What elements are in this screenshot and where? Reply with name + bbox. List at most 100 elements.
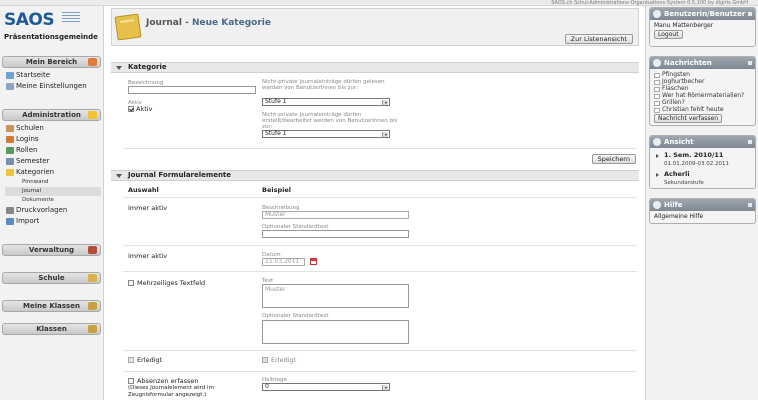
erledigt-example-checkbox xyxy=(262,357,268,363)
news-item[interactable]: Christian fehlt heute xyxy=(650,106,755,113)
location-selector[interactable]: Acherli Sekundarstufe xyxy=(650,170,755,187)
sidebar-item-rollen[interactable]: Rollen xyxy=(5,145,101,156)
compose-message-button[interactable]: Nachricht verfassen xyxy=(654,114,723,123)
aktiv-checkbox-label: Aktiv xyxy=(136,105,153,113)
section-header-schule[interactable]: Schule xyxy=(2,272,101,284)
back-to-list-button[interactable]: Zur Listenansicht xyxy=(564,34,633,44)
minimize-icon[interactable] xyxy=(748,140,752,144)
minimize-icon[interactable] xyxy=(748,61,752,65)
page-header: Journal - Neue Kategorie Zur Listenansic… xyxy=(111,8,639,46)
news-item[interactable]: Grillen? xyxy=(650,99,755,106)
sidebar-item-meine-einstellungen[interactable]: Meine Einstellungen xyxy=(5,81,101,92)
school-building-icon xyxy=(88,274,97,282)
sidebar-subitem-journal[interactable]: Journal xyxy=(5,187,101,196)
read-permission-label: Nicht-private Journaleinträge dürfen gel… xyxy=(262,79,385,91)
saos-logo[interactable]: SAOS xyxy=(4,10,55,30)
panel-user: Benutzerin/Benutzer Manu Mattenberger Lo… xyxy=(649,7,756,47)
panel-header-formularelemente[interactable]: Journal Formularelemente xyxy=(111,170,639,181)
panel-hilfe: Hilfe Allgemeine Hilfe xyxy=(649,198,756,224)
news-item[interactable]: Joghurtbecher xyxy=(650,78,755,85)
section-header-verwaltung[interactable]: Verwaltung xyxy=(2,244,101,256)
printer-icon xyxy=(6,207,14,214)
save-button[interactable]: Speichern xyxy=(591,154,636,164)
minimize-icon[interactable] xyxy=(748,12,752,16)
row-datum-auswahl: immer aktiv xyxy=(128,252,168,260)
row-mehrzeilig-auswahl: Mehrzeiliges Textfeld xyxy=(137,279,206,287)
school-icon xyxy=(6,125,14,132)
divider xyxy=(123,271,637,272)
beschreibung-example-input: Muster xyxy=(262,211,409,219)
row-erledigt-auswahl: Erledigt xyxy=(137,356,163,364)
erledigt-example-label: Erledigt xyxy=(271,356,297,364)
panel-news: Nachrichten Pfingsten Joghurtbecher Flas… xyxy=(649,56,756,126)
sidebar-subitem-pinnwand[interactable]: Pinnwand xyxy=(5,178,101,187)
section-header-klassen[interactable]: Klassen xyxy=(2,323,101,335)
sidebar-item-import[interactable]: Import xyxy=(5,216,101,227)
panel-header-hilfe[interactable]: Hilfe xyxy=(650,199,755,211)
aktiv-checkbox[interactable] xyxy=(128,106,134,112)
section-header-administration[interactable]: Administration xyxy=(2,109,101,121)
section-header-meine-klassen[interactable]: Meine Klassen xyxy=(2,300,101,312)
semester-selector[interactable]: 1. Sem. 2010/11 01.01.2009-03.02.2011 xyxy=(650,151,755,168)
divider xyxy=(123,350,637,351)
edit-permission-select[interactable]: Stufe 1 xyxy=(262,130,390,138)
news-item[interactable]: Pfingsten xyxy=(650,71,755,78)
sidebar-item-schulen[interactable]: Schulen xyxy=(5,123,101,134)
left-sidebar: SAOS Präsentationsgemeinde Mein Bereich … xyxy=(0,6,104,400)
section-schule: Schule xyxy=(2,272,101,284)
section-mein-bereich: Mein Bereich Startseite Meine Einstellun… xyxy=(2,56,101,94)
erledigt-checkbox[interactable] xyxy=(128,357,134,363)
right-sidebar: Benutzerin/Benutzer Manu Mattenberger Lo… xyxy=(645,6,758,400)
divider xyxy=(123,245,637,246)
sidebar-item-startseite[interactable]: Startseite xyxy=(5,70,101,81)
section-administration: Administration Schulen Logins Rollen Sem… xyxy=(2,109,101,229)
main-content: Journal - Neue Kategorie Zur Listenansic… xyxy=(111,8,639,400)
sidebar-item-druckvorlagen[interactable]: Druckvorlagen xyxy=(5,205,101,216)
section-verwaltung: Verwaltung xyxy=(2,244,101,256)
classes-icon xyxy=(88,325,97,333)
home-icon xyxy=(6,72,14,79)
news-item[interactable]: Flaschen xyxy=(650,85,755,92)
absenzen-checkbox[interactable] xyxy=(128,378,134,384)
read-permission-select[interactable]: Stufe 1 xyxy=(262,98,390,106)
help-icon xyxy=(653,201,661,209)
calendar-icon[interactable] xyxy=(310,258,317,265)
datum-example-input: 11.03.2011 xyxy=(262,258,305,266)
warning-icon xyxy=(88,111,97,119)
panel-header-news[interactable]: Nachrichten xyxy=(650,57,755,69)
section-meine-klassen: Meine Klassen xyxy=(2,300,101,312)
panel-header-ansicht[interactable]: Ansicht xyxy=(650,136,755,148)
settings-icon xyxy=(6,83,14,90)
roles-icon xyxy=(6,147,14,154)
text-standardtext-textarea[interactable] xyxy=(262,320,409,344)
section-klassen: Klassen xyxy=(2,323,101,335)
user-icon xyxy=(653,10,661,18)
view-icon xyxy=(653,138,661,146)
sidebar-item-semester[interactable]: Semester xyxy=(5,156,101,167)
absenzen-note: (Dieses Journalelement wird im Zeugnisfo… xyxy=(128,385,214,398)
page-title: Journal - Neue Kategorie xyxy=(146,18,271,28)
calendar-icon xyxy=(6,158,14,165)
import-icon xyxy=(6,218,14,225)
section-header-mein-bereich[interactable]: Mein Bereich xyxy=(2,56,101,68)
logout-button[interactable]: Logout xyxy=(654,30,683,39)
column-header-beispiel: Beispiel xyxy=(262,186,291,194)
sidebar-item-logins[interactable]: Logins xyxy=(5,134,101,145)
minimize-icon[interactable] xyxy=(748,203,752,207)
panel-header-kategorie[interactable]: Kategorie xyxy=(111,62,639,73)
row-absenzen-auswahl: Absenzen erfassen xyxy=(137,377,199,385)
bezeichnung-input[interactable] xyxy=(128,86,256,94)
beschreibung-standardtext-input[interactable] xyxy=(262,230,409,238)
text-standardtext-label: Optionaler Standardtext xyxy=(262,313,329,319)
mehrzeilig-checkbox[interactable] xyxy=(128,280,134,286)
column-header-auswahl: Auswahl xyxy=(128,186,159,194)
news-item[interactable]: Wer hat Römermaterialien? xyxy=(650,92,755,99)
tools-icon xyxy=(88,246,97,254)
folder-icon xyxy=(6,169,14,176)
panel-header-user[interactable]: Benutzerin/Benutzer xyxy=(650,8,755,20)
halbtage-select[interactable]: 0 xyxy=(262,383,390,391)
sidebar-subitem-dokumente[interactable]: Dokumente xyxy=(5,196,101,205)
sidebar-item-kategorien[interactable]: Kategorien xyxy=(5,167,101,178)
general-help-link[interactable]: Allgemeine Hilfe xyxy=(650,213,755,221)
user-icon xyxy=(88,58,97,66)
